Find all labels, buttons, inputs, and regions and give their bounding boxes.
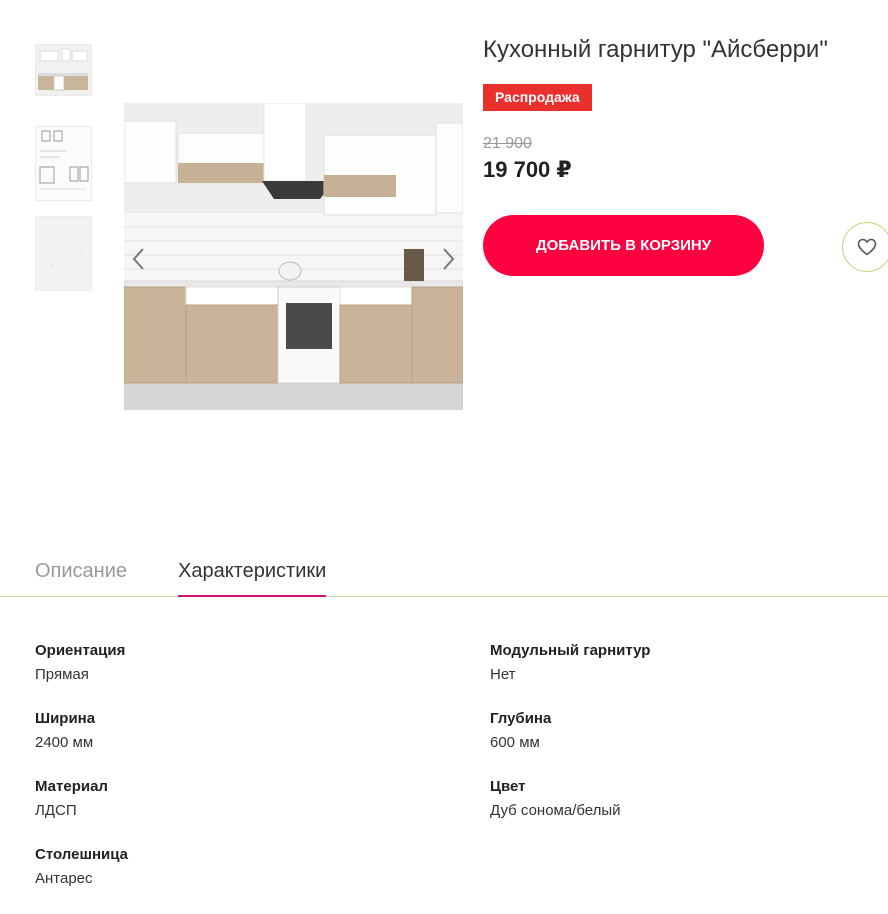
spec-item: Цвет Дуб сонома/белый	[490, 776, 888, 822]
product-title: Кухонный гарнитур "Айсберри"	[483, 36, 828, 63]
product-main-image	[124, 103, 463, 410]
sale-badge: Распродажа	[483, 84, 592, 111]
spec-value: Прямая	[35, 666, 89, 683]
spec-value: 600 мм	[490, 734, 540, 751]
thumbnail-kitchen-photo[interactable]	[35, 44, 92, 96]
spec-key: Материал	[35, 778, 108, 795]
spec-key: Столешница	[35, 846, 128, 863]
spec-item: Модульный гарнитур Нет	[490, 640, 888, 686]
product-tabs: Описание Характеристики	[0, 556, 888, 597]
chevron-left-icon	[132, 248, 144, 270]
thumbnail-texture-sample[interactable]	[35, 216, 92, 291]
spec-value: Нет	[490, 666, 516, 683]
spec-value: Антарес	[35, 870, 93, 887]
spec-value: ЛДСП	[35, 802, 77, 819]
spec-key: Модульный гарнитур	[490, 642, 651, 659]
spec-value: Дуб сонома/белый	[490, 802, 621, 819]
tab-specifications[interactable]: Характеристики	[178, 560, 327, 597]
thumbnail-scheme-drawing[interactable]	[35, 126, 92, 201]
spec-value: 2400 мм	[35, 734, 94, 751]
heart-icon	[857, 238, 877, 256]
chevron-right-icon	[443, 248, 455, 270]
tab-description[interactable]: Описание	[35, 560, 127, 595]
spec-item: Материал ЛДСП	[35, 776, 435, 822]
spec-item: Ориентация Прямая	[35, 640, 435, 686]
spec-item: Глубина 600 мм	[490, 708, 888, 754]
spec-item: Столешница Антарес	[35, 844, 435, 890]
add-to-favorites-button[interactable]	[842, 222, 888, 272]
add-to-cart-button[interactable]: ДОБАВИТЬ В КОРЗИНУ	[483, 215, 764, 276]
old-price: 21 900	[483, 135, 532, 152]
spec-item: Ширина 2400 мм	[35, 708, 435, 754]
spec-key: Глубина	[490, 710, 552, 727]
spec-key: Цвет	[490, 778, 526, 795]
spec-key: Ориентация	[35, 642, 126, 659]
thumbnail-list	[35, 44, 92, 321]
prev-image-button[interactable]	[128, 246, 150, 272]
next-image-button[interactable]	[437, 246, 459, 272]
product-info: Кухонный гарнитур "Айсберри" Распродажа …	[483, 34, 888, 276]
kitchen-illustration	[124, 103, 463, 410]
current-price: 19 700 ₽	[483, 157, 572, 182]
spec-key: Ширина	[35, 710, 96, 727]
